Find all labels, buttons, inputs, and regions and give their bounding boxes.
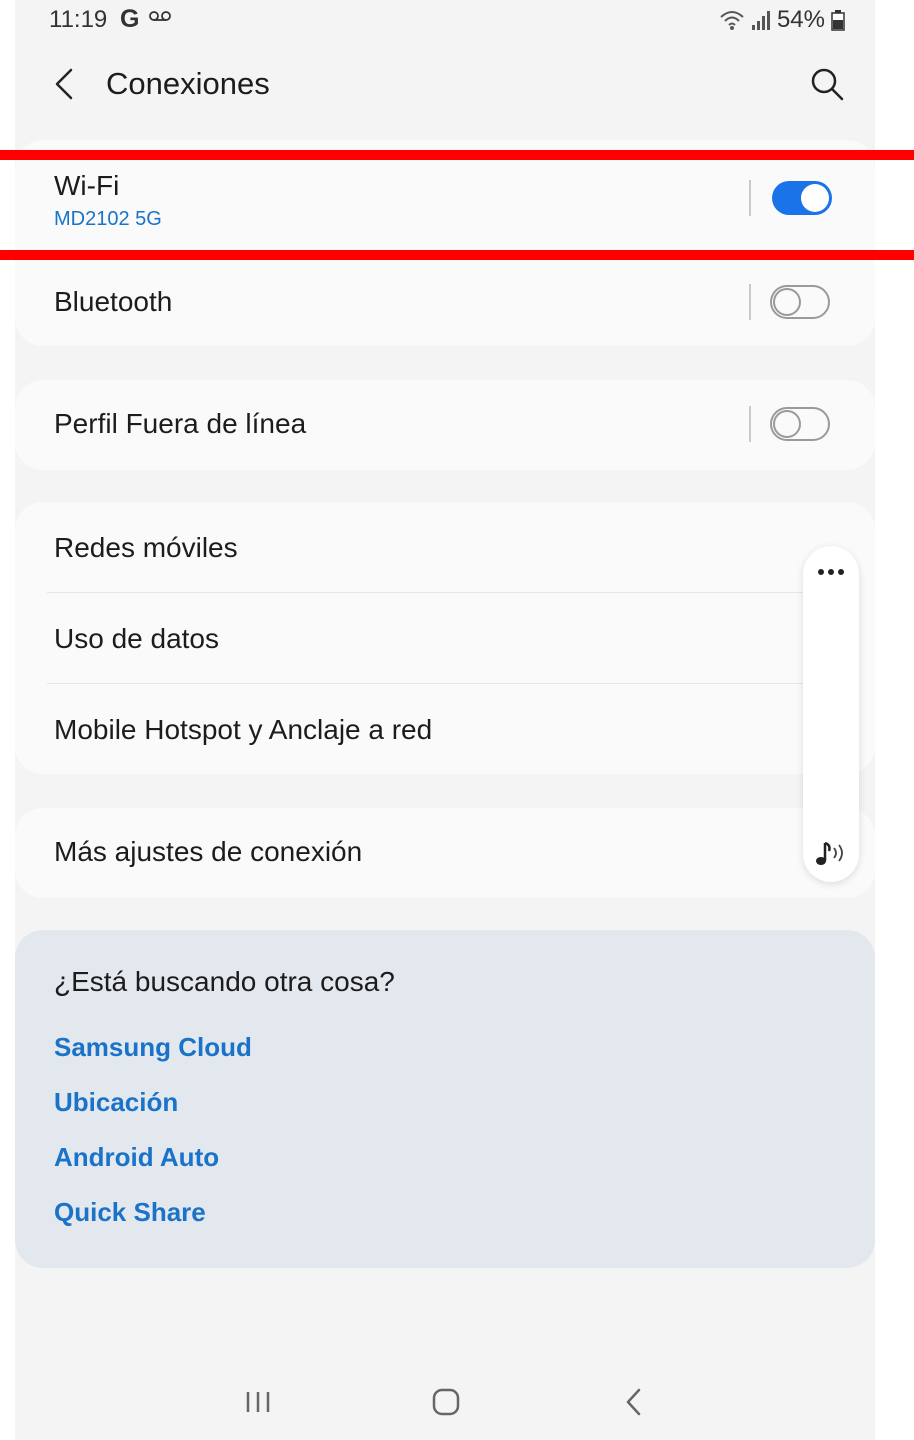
music-note-icon[interactable]: [813, 838, 849, 868]
row-divider: [749, 180, 751, 216]
home-icon[interactable]: [428, 1384, 464, 1420]
voicemail-icon: [149, 11, 171, 21]
wireless-card: Wi-Fi MD2102 5G Bluetooth: [15, 140, 875, 346]
link-quick-share[interactable]: Quick Share: [54, 1197, 206, 1228]
carrier-letter: G: [120, 5, 140, 33]
more-dots-icon[interactable]: [815, 560, 847, 584]
page-title: Conexiones: [106, 66, 270, 101]
wifi-network: MD2102 5G: [54, 208, 162, 230]
battery-percentage: 54%: [776, 6, 825, 33]
link-samsung-cloud[interactable]: Samsung Cloud: [54, 1032, 252, 1063]
nav-back-icon[interactable]: [617, 1384, 653, 1420]
hotspot-label: Mobile Hotspot y Anclaje a red: [54, 714, 433, 745]
suggestions-card: ¿Está buscando otra cosa? Samsung Cloud …: [15, 930, 875, 1268]
hotspot-row[interactable]: Mobile Hotspot y Anclaje a red: [15, 684, 875, 774]
link-ubicacion[interactable]: Ubicación: [54, 1087, 178, 1118]
data-usage-label: Uso de datos: [54, 623, 219, 654]
suggestions-title: ¿Está buscando otra cosa?: [54, 966, 395, 997]
wifi-signal-icon: [720, 11, 744, 30]
data-usage-row[interactable]: Uso de datos: [15, 593, 875, 683]
row-divider: [749, 284, 751, 320]
offline-card: Perfil Fuera de línea: [15, 380, 875, 470]
highlight-bottom-line: [0, 250, 914, 260]
more-settings-label: Más ajustes de conexión: [54, 836, 363, 867]
offline-label: Perfil Fuera de línea: [54, 408, 307, 439]
more-settings-card: Más ajustes de conexión: [15, 808, 875, 898]
more-settings-row[interactable]: Más ajustes de conexión: [15, 808, 875, 898]
mobile-networks-label: Redes móviles: [54, 532, 238, 563]
battery-icon: [831, 10, 845, 31]
toggle-knob: [801, 184, 829, 212]
offline-toggle[interactable]: [770, 407, 830, 441]
toggle-knob: [773, 288, 801, 316]
row-divider: [749, 406, 751, 442]
cell-signal-icon: [751, 11, 770, 30]
bluetooth-toggle[interactable]: [770, 285, 830, 319]
bluetooth-row[interactable]: Bluetooth: [15, 256, 875, 346]
status-bar: 11:19 G 54%: [15, 0, 875, 40]
wifi-label: Wi-Fi: [54, 170, 120, 201]
bluetooth-label: Bluetooth: [54, 286, 173, 317]
link-android-auto[interactable]: Android Auto: [54, 1142, 219, 1173]
highlight-top-line: [0, 150, 914, 160]
app-bar: Conexiones: [15, 48, 875, 120]
wifi-toggle[interactable]: [772, 181, 832, 215]
search-icon[interactable]: [807, 64, 847, 104]
recents-icon[interactable]: [240, 1384, 276, 1420]
mobile-networks-row[interactable]: Redes móviles: [15, 502, 875, 592]
offline-row[interactable]: Perfil Fuera de línea: [15, 380, 875, 470]
screen: 11:19 G 54% Conexiones Wi-Fi MD2102 5G B…: [15, 0, 875, 1440]
floating-panel: [803, 546, 859, 882]
chevron-left-icon[interactable]: [45, 64, 85, 104]
toggle-knob: [773, 410, 801, 438]
status-time: 11:19: [49, 6, 108, 33]
navigation-bar: [15, 1370, 875, 1434]
status-icons: 54%: [719, 6, 845, 34]
network-card: Redes móviles Uso de datos Mobile Hotspo…: [15, 502, 875, 774]
